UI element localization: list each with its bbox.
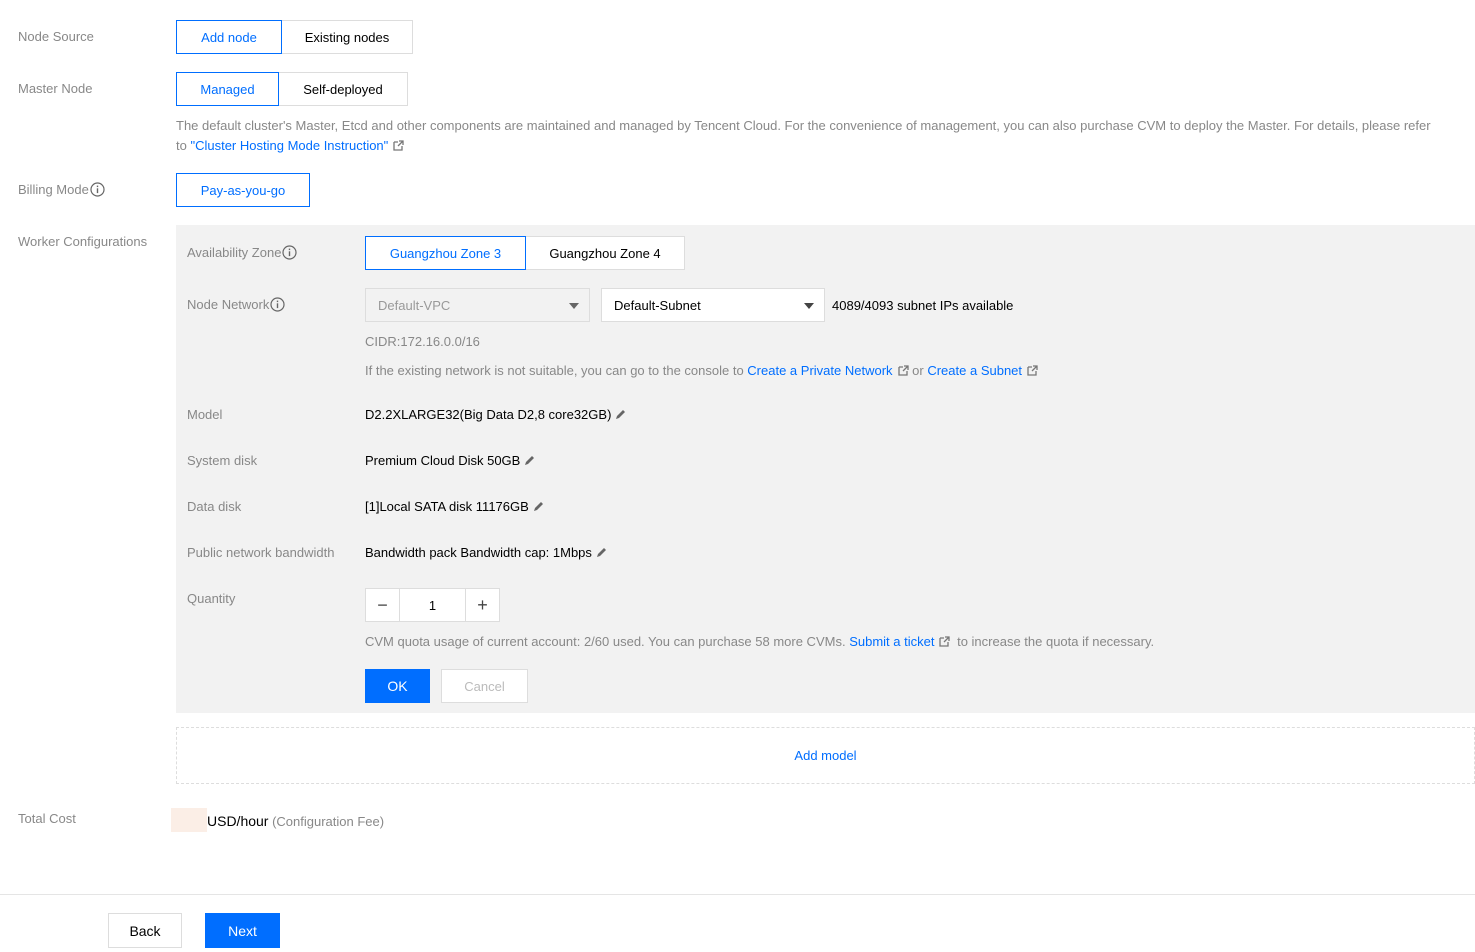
quantity-stepper: − 1 +	[365, 588, 500, 622]
submit-ticket-link[interactable]: Submit a ticket	[849, 634, 934, 649]
data-disk-label: Data disk	[187, 499, 242, 514]
subnet-available-ips: 4089/4093 subnet IPs available	[832, 298, 1014, 313]
bandwidth-label: Public network bandwidth	[187, 545, 335, 560]
worker-config-label: Worker Configurations	[18, 234, 148, 249]
create-private-network-link[interactable]: Create a Private Network	[747, 363, 892, 378]
node-source-label: Node Source	[18, 29, 94, 44]
node-source-existing-nodes[interactable]: Existing nodes	[282, 20, 413, 54]
total-cost-label: Total Cost	[18, 811, 76, 826]
vpc-select-value: Default-VPC	[378, 297, 451, 313]
info-icon[interactable]	[90, 182, 105, 197]
subnet-select-value: Default-Subnet	[614, 297, 701, 313]
increment-button[interactable]: +	[466, 589, 499, 621]
billing-mode-row-label: Billing Mode	[18, 182, 105, 197]
vpc-select[interactable]: Default-VPC	[365, 288, 590, 322]
model-value-row: D2.2XLARGE32(Big Data D2,8 core32GB)	[365, 407, 627, 422]
availability-zone-label: Availability Zone	[187, 245, 282, 260]
total-cost-note: (Configuration Fee)	[272, 814, 385, 829]
external-link-icon[interactable]	[939, 636, 951, 647]
zone-guangzhou-3[interactable]: Guangzhou Zone 3	[365, 236, 526, 270]
system-disk-value-row: Premium Cloud Disk 50GB	[365, 453, 536, 468]
zone-guangzhou-4[interactable]: Guangzhou Zone 4	[526, 236, 685, 270]
model-value: D2.2XLARGE32(Big Data D2,8 core32GB)	[365, 407, 612, 422]
add-model-area[interactable]: Add model	[176, 727, 1475, 784]
info-icon[interactable]	[270, 297, 285, 312]
network-hint-or: or	[912, 363, 924, 378]
data-disk-value-row: [1]Local SATA disk 11176GB	[365, 499, 545, 514]
ok-button[interactable]: OK	[365, 669, 430, 703]
bandwidth-value: Bandwidth pack Bandwidth cap: 1Mbps	[365, 545, 592, 560]
info-icon[interactable]	[282, 245, 298, 260]
next-button[interactable]: Next	[205, 913, 280, 948]
network-hint: If the existing network is not suitable,…	[365, 363, 1038, 378]
add-model-link[interactable]: Add model	[794, 748, 856, 763]
total-cost-value: USD/hour (Configuration Fee)	[171, 808, 384, 832]
price-placeholder	[171, 808, 207, 832]
subnet-select[interactable]: Default-Subnet	[601, 288, 825, 322]
quota-suffix: to increase the quota if necessary.	[957, 634, 1155, 649]
cluster-hosting-link[interactable]: "Cluster Hosting Mode Instruction"	[190, 138, 388, 153]
cidr-text: CIDR:172.16.0.0/16	[365, 334, 480, 349]
network-hint-text: If the existing network is not suitable,…	[365, 363, 744, 378]
decrement-button[interactable]: −	[366, 589, 399, 621]
billing-mode-label: Billing Mode	[18, 182, 89, 197]
create-subnet-link[interactable]: Create a Subnet	[927, 363, 1022, 378]
external-link-icon[interactable]	[393, 140, 404, 151]
master-node-label: Master Node	[18, 81, 93, 96]
quota-hint: CVM quota usage of current account: 2/60…	[365, 634, 1154, 649]
bandwidth-value-row: Bandwidth pack Bandwidth cap: 1Mbps	[365, 545, 608, 560]
pencil-icon[interactable]	[524, 454, 536, 466]
caret-down-icon	[804, 303, 814, 309]
master-node-description-line2: to "Cluster Hosting Mode Instruction"	[176, 138, 404, 153]
model-label: Model	[187, 407, 223, 422]
node-source-segmented: Add node Existing nodes	[176, 20, 413, 54]
cancel-button[interactable]: Cancel	[441, 669, 528, 703]
master-node-self-deployed[interactable]: Self-deployed	[279, 72, 408, 106]
quantity-input[interactable]: 1	[399, 589, 466, 621]
footer-divider	[0, 894, 1475, 895]
billing-mode-segmented: Pay-as-you-go	[176, 173, 310, 207]
billing-mode-pay-as-you-go[interactable]: Pay-as-you-go	[176, 173, 310, 207]
node-network-row-label: Node Network	[187, 297, 285, 312]
master-node-managed[interactable]: Managed	[176, 72, 279, 106]
system-disk-label: System disk	[187, 453, 258, 468]
external-link-icon[interactable]	[897, 365, 909, 376]
caret-down-icon	[569, 303, 579, 309]
total-cost-unit: USD/hour	[207, 813, 269, 829]
pencil-icon[interactable]	[533, 500, 545, 512]
master-node-desc-prefix: to	[176, 138, 191, 153]
external-link-icon[interactable]	[1027, 365, 1038, 376]
data-disk-value: [1]Local SATA disk 11176GB	[365, 499, 529, 514]
node-network-label: Node Network	[187, 297, 270, 312]
quantity-label: Quantity	[187, 591, 236, 606]
back-button[interactable]: Back	[108, 913, 182, 948]
master-node-description: The default cluster's Master, Etcd and o…	[176, 118, 1431, 133]
master-node-segmented: Managed Self-deployed	[176, 72, 408, 106]
system-disk-value: Premium Cloud Disk 50GB	[365, 453, 521, 468]
pencil-icon[interactable]	[615, 408, 627, 420]
availability-zone-row-label: Availability Zone	[187, 245, 298, 260]
node-source-add-node[interactable]: Add node	[176, 20, 282, 54]
quota-text: CVM quota usage of current account: 2/60…	[365, 634, 846, 649]
availability-zone-segmented: Guangzhou Zone 3 Guangzhou Zone 4	[365, 236, 685, 270]
pencil-icon[interactable]	[596, 546, 608, 558]
